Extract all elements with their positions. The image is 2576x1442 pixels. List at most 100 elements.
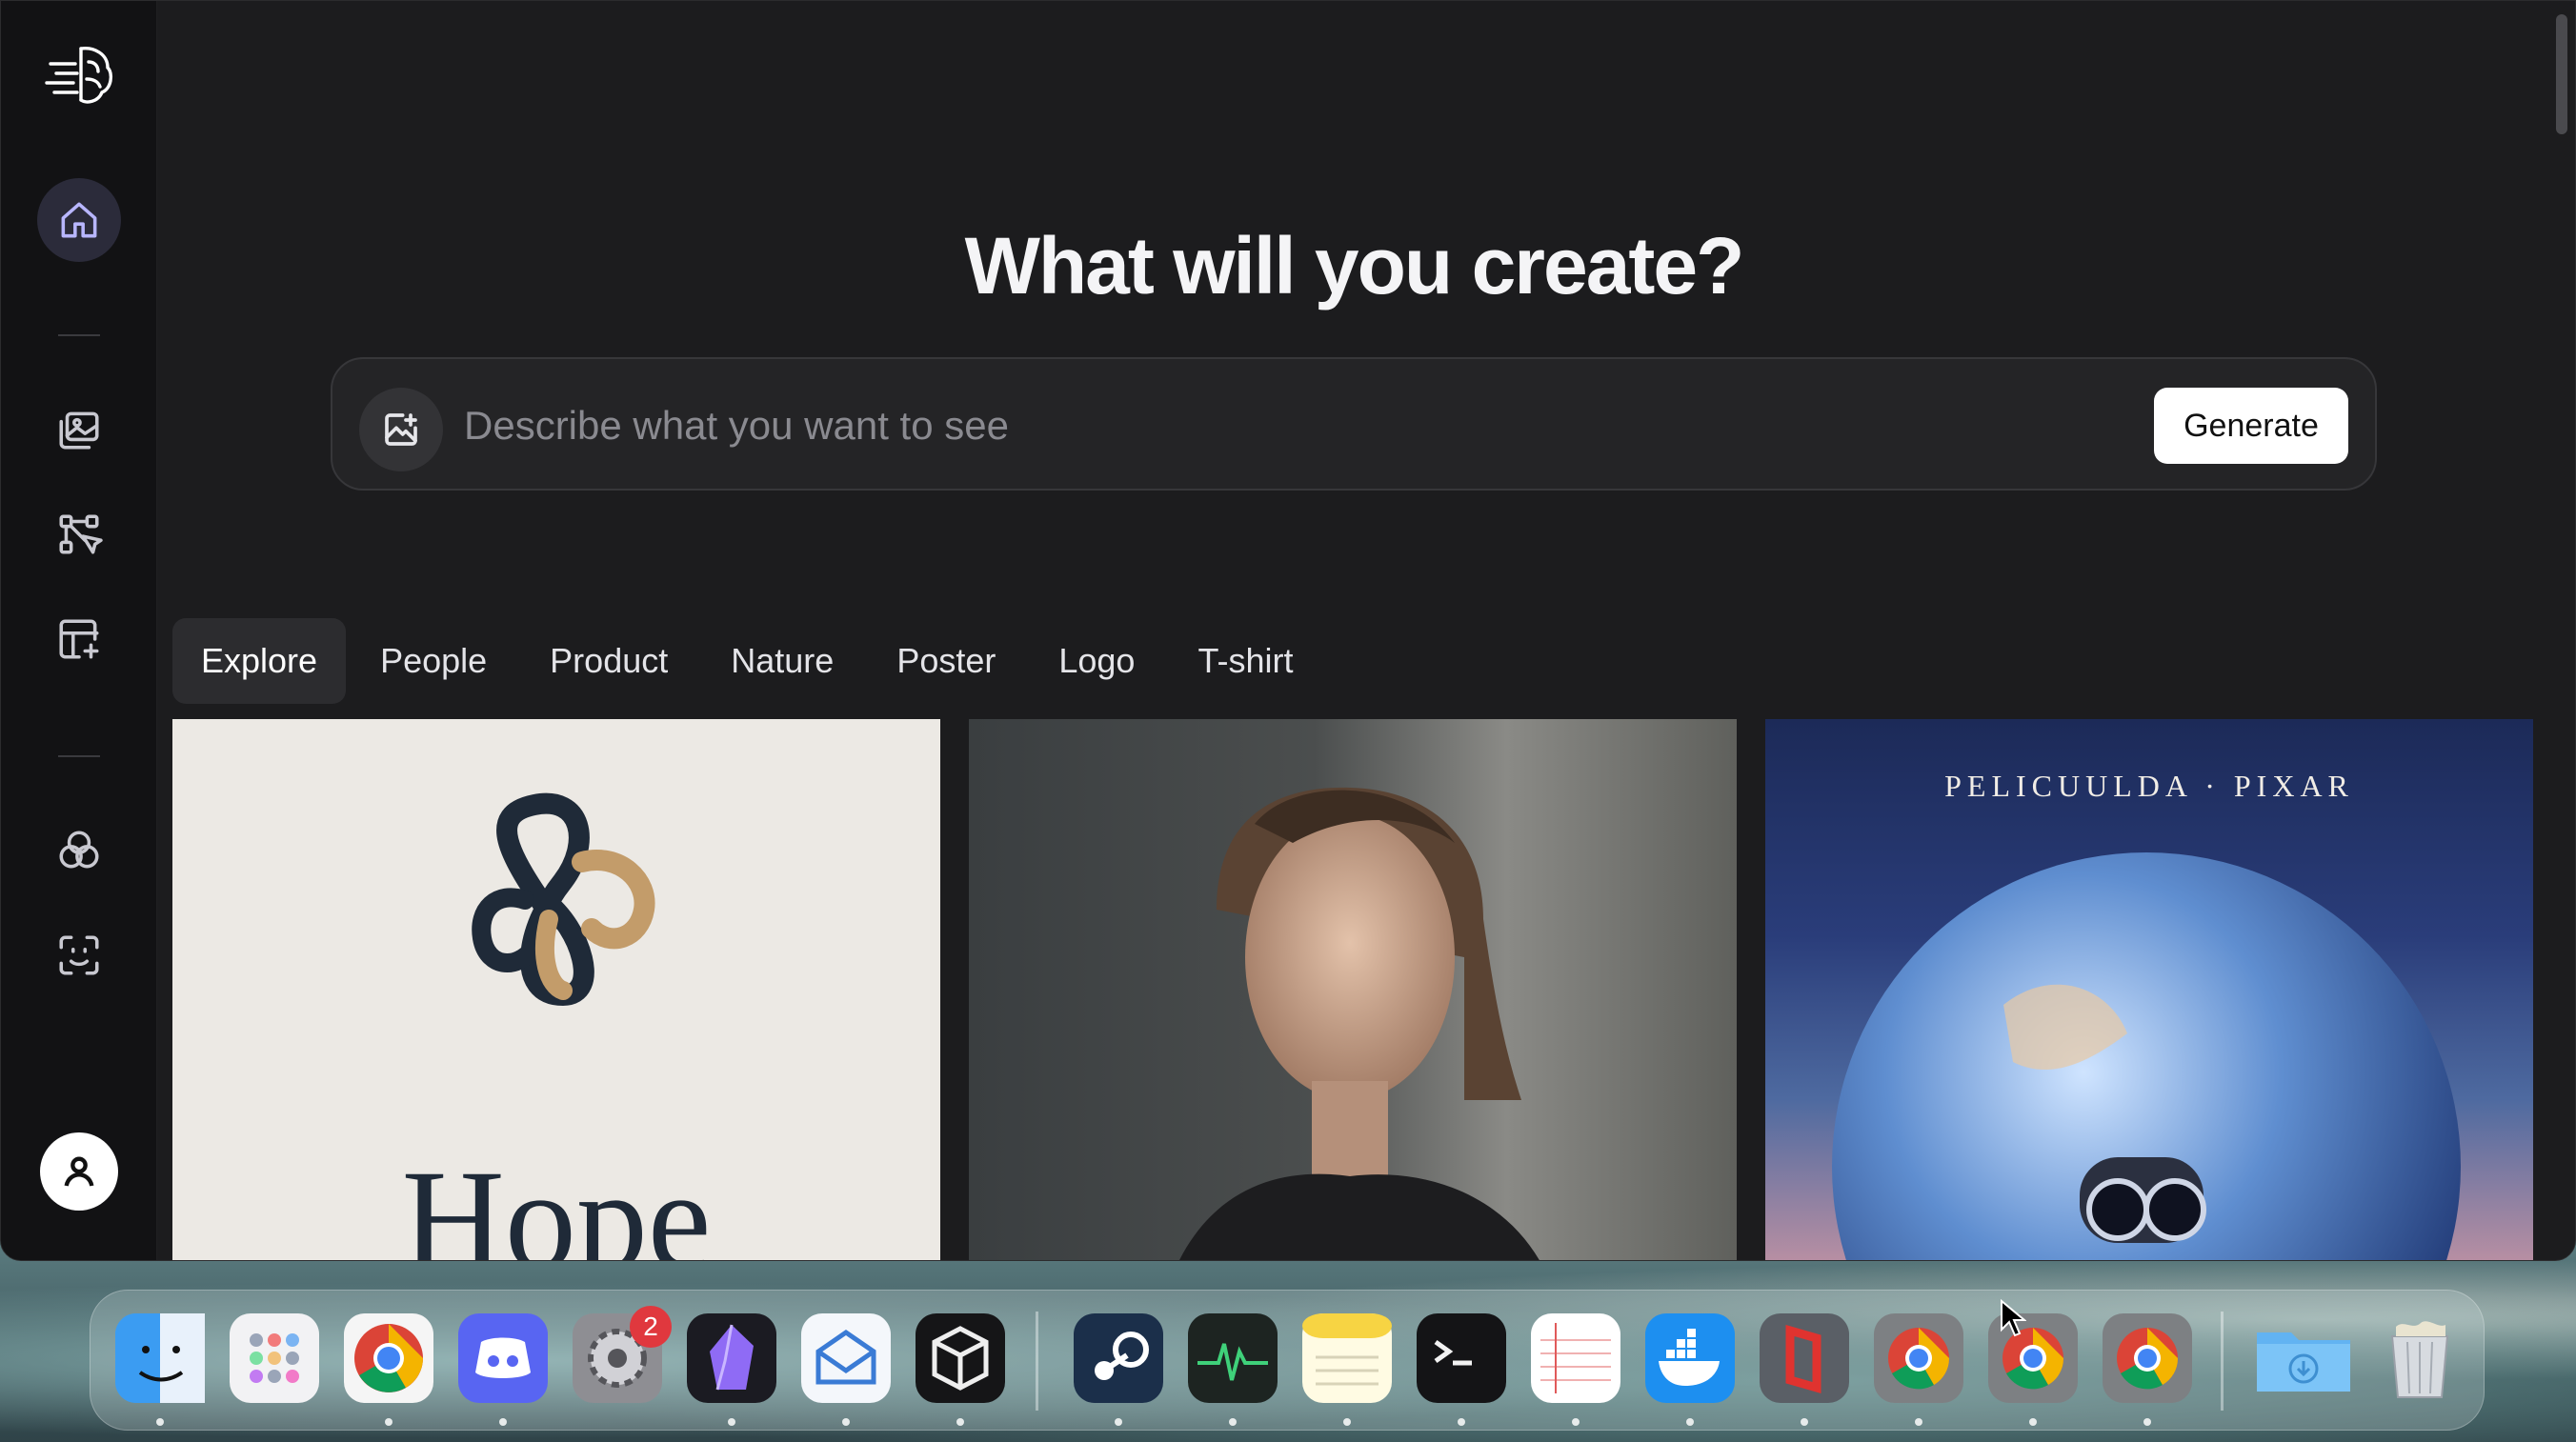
tab-explore[interactable]: Explore — [172, 618, 347, 704]
dock-chrome[interactable] — [344, 1313, 433, 1403]
dock-steam[interactable] — [1074, 1313, 1163, 1403]
dock: 2 — [90, 1290, 2485, 1431]
gallery-card-portrait[interactable] — [969, 719, 1737, 1260]
add-image-button[interactable] — [359, 388, 443, 471]
dock-running-dot — [1115, 1418, 1122, 1426]
tab-people[interactable]: People — [352, 618, 515, 704]
mail-icon — [801, 1313, 891, 1403]
dock-running-dot — [1229, 1418, 1237, 1426]
launchpad-icon — [230, 1313, 319, 1403]
user-avatar[interactable] — [40, 1132, 118, 1211]
image-add-icon — [385, 413, 417, 446]
generate-button[interactable]: Generate — [2154, 388, 2348, 464]
finder-icon — [115, 1313, 205, 1403]
dock-running-dot — [1915, 1418, 1922, 1426]
main-content: What will you create? Generate Explore P… — [157, 1, 2575, 1261]
tab-tshirt[interactable]: T-shirt — [1169, 618, 1321, 704]
explore-grid: Hope PELICUULDA · PIXAR — [172, 719, 2535, 1261]
dock-mail[interactable] — [801, 1313, 891, 1403]
sidebar-divider — [58, 334, 100, 336]
downloads-folder-icon — [2257, 1332, 2350, 1392]
card-text: PELICUULDA · PIXAR — [1944, 769, 2354, 803]
card-text: Hope — [401, 1141, 712, 1261]
dock-chrome-profile-3[interactable] — [2103, 1313, 2192, 1403]
prompt-input[interactable] — [464, 391, 2083, 460]
activity-monitor-icon — [1188, 1313, 1278, 1403]
dock-running-dot — [156, 1418, 164, 1426]
mouse-cursor-icon — [2001, 1299, 2026, 1337]
cube-icon — [916, 1313, 1005, 1403]
circles-icon — [59, 831, 99, 869]
brain-logo-icon[interactable] — [39, 41, 119, 110]
face-scan-icon — [59, 935, 99, 975]
sidebar-item-templates[interactable] — [37, 597, 121, 681]
parallels-icon — [1760, 1313, 1849, 1403]
sidebar-divider — [58, 755, 100, 757]
chrome-icon — [2103, 1313, 2192, 1403]
scrollbar[interactable] — [2546, 1, 2575, 1260]
dock-system-settings[interactable]: 2 — [573, 1306, 672, 1403]
page-title: What will you create? — [964, 221, 1745, 310]
dock-cube-app[interactable] — [916, 1313, 1005, 1403]
app-window: What will you create? Generate Explore P… — [0, 0, 2576, 1261]
dock-separator — [2221, 1312, 2224, 1411]
sidebar-item-gallery[interactable] — [37, 388, 121, 471]
dock-parallels[interactable] — [1760, 1313, 1849, 1403]
chrome-icon — [344, 1313, 433, 1403]
dock-trash[interactable] — [2375, 1313, 2465, 1403]
user-icon — [64, 1156, 94, 1187]
dock-finder[interactable] — [115, 1313, 205, 1403]
dock-terminal[interactable] — [1417, 1313, 1506, 1403]
dock-running-dot — [1572, 1418, 1580, 1426]
dock-running-dot — [1343, 1418, 1351, 1426]
tab-logo[interactable]: Logo — [1030, 618, 1163, 704]
steam-icon — [1074, 1313, 1163, 1403]
sidebar — [1, 1, 157, 1260]
sidebar-item-blend[interactable] — [37, 809, 121, 892]
notification-badge: 2 — [630, 1306, 672, 1348]
dock-running-dot — [1458, 1418, 1465, 1426]
workflow-icon — [59, 514, 103, 554]
notepad-icon — [1531, 1313, 1620, 1403]
gallery-card-pixar-poster[interactable]: PELICUULDA · PIXAR — [1765, 719, 2533, 1260]
dock-downloads[interactable] — [2251, 1313, 2356, 1403]
docker-icon — [1645, 1313, 1735, 1403]
dock-running-dot — [956, 1418, 964, 1426]
dock-running-dot — [728, 1418, 735, 1426]
dock-docker[interactable] — [1645, 1313, 1735, 1403]
portrait-image — [1179, 787, 1540, 1260]
table-add-icon — [59, 619, 99, 659]
chrome-icon — [1874, 1313, 1963, 1403]
dock-running-dot — [2029, 1418, 2037, 1426]
terminal-icon — [1417, 1313, 1506, 1403]
sidebar-item-face-scan[interactable] — [37, 913, 121, 997]
tab-product[interactable]: Product — [521, 618, 696, 704]
prompt-bar: Generate — [331, 357, 2377, 491]
dock-launchpad[interactable] — [230, 1313, 319, 1403]
gallery-card-hope-logo[interactable]: Hope — [172, 719, 940, 1261]
dock-running-dot — [842, 1418, 850, 1426]
dock-running-dot — [1686, 1418, 1694, 1426]
obsidian-icon — [687, 1313, 776, 1403]
dock-activity-monitor[interactable] — [1188, 1313, 1278, 1403]
dock-discord[interactable] — [458, 1313, 548, 1403]
tab-nature[interactable]: Nature — [702, 618, 862, 704]
dock-obsidian[interactable] — [687, 1313, 776, 1403]
notes-icon — [1302, 1313, 1392, 1403]
sidebar-item-home[interactable] — [37, 178, 121, 262]
scrollbar-thumb[interactable] — [2556, 14, 2567, 134]
dock-running-dot — [385, 1418, 392, 1426]
category-tabs: Explore People Product Nature Poster Log… — [172, 618, 1321, 706]
discord-icon — [458, 1313, 548, 1403]
dock-notes[interactable] — [1302, 1313, 1392, 1403]
sidebar-item-workflow[interactable] — [37, 492, 121, 576]
trash-icon — [2390, 1321, 2449, 1398]
dock-running-dot — [499, 1418, 507, 1426]
dock-running-dot — [1801, 1418, 1808, 1426]
home-icon — [61, 202, 97, 238]
dock-notepad[interactable] — [1531, 1313, 1620, 1403]
tab-poster[interactable]: Poster — [868, 618, 1024, 704]
dock-chrome-profile-1[interactable] — [1874, 1313, 1963, 1403]
dock-separator — [1036, 1312, 1038, 1411]
images-icon — [59, 411, 99, 450]
